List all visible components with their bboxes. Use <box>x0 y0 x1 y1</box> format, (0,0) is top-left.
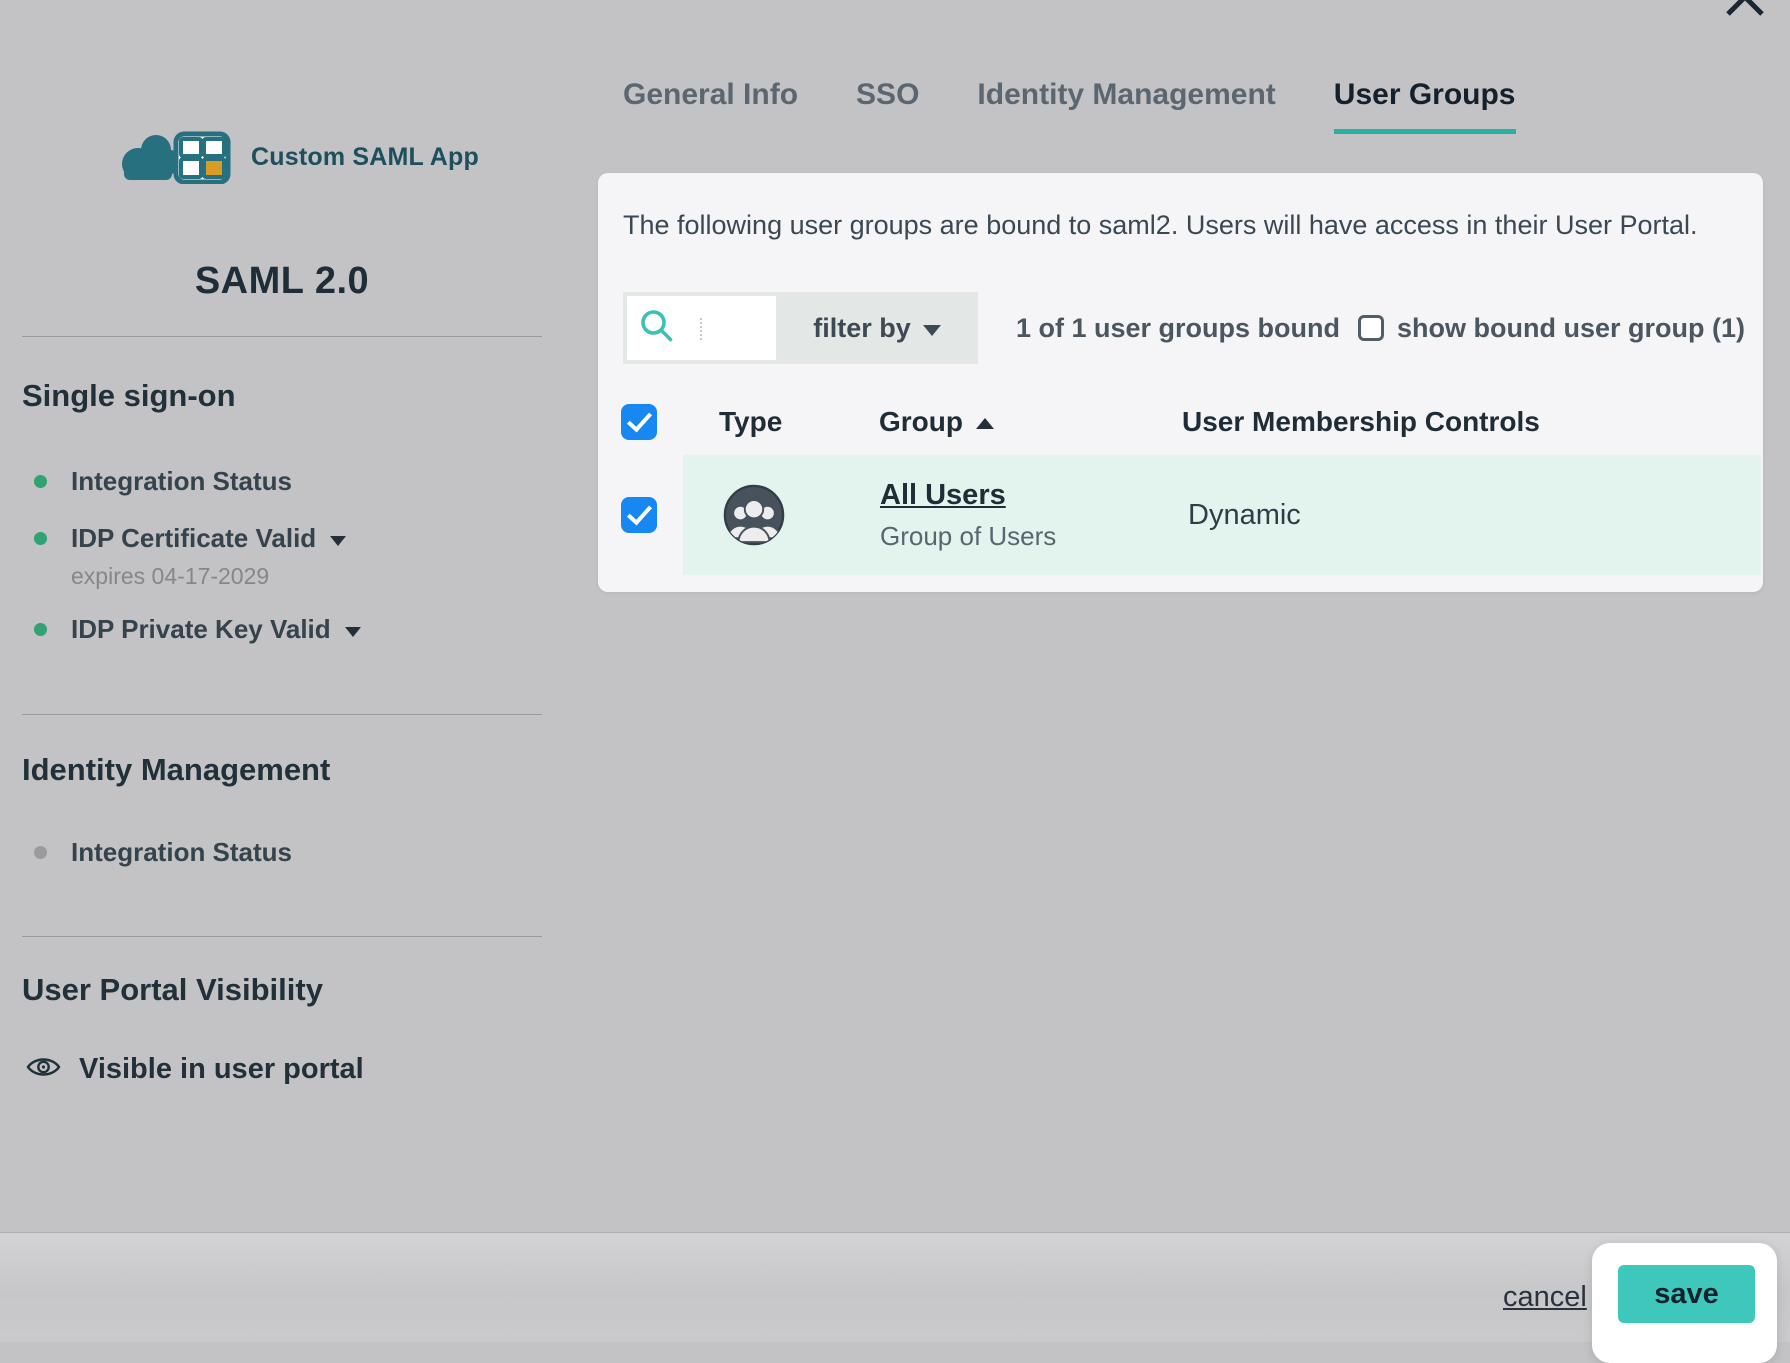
close-icon[interactable] <box>1722 0 1768 20</box>
search-icon <box>639 308 675 349</box>
green-status-dot-icon <box>34 475 47 488</box>
saml-app-modal: Custom SAML App SAML 2.0 Single sign-on … <box>0 0 1790 1342</box>
show-bound-control: show bound user group (1) <box>1358 313 1745 344</box>
status-item-idp-private-key[interactable]: IDP Private Key Valid <box>34 614 361 645</box>
green-status-dot-icon <box>34 532 47 545</box>
app-config-tabs: General Info SSO Identity Management Use… <box>623 78 1516 134</box>
tab-general-info[interactable]: General Info <box>623 78 798 134</box>
table-row[interactable]: All Users Group of Users Dynamic <box>683 455 1761 575</box>
sidebar-divider <box>22 336 542 337</box>
app-logo-label: Custom SAML App <box>251 143 479 172</box>
bound-count-text: 1 of 1 user groups bound <box>1016 313 1340 344</box>
group-name-cell: All Users Group of Users <box>880 455 1056 575</box>
membership-controls-cell: Dynamic <box>1188 455 1301 575</box>
group-subtitle: Group of Users <box>880 521 1056 552</box>
visibility-section-title: User Portal Visibility <box>22 972 323 1008</box>
show-bound-label[interactable]: show bound user group (1) <box>1397 313 1745 344</box>
group-search-box[interactable] <box>627 296 776 360</box>
sidebar-divider <box>22 714 542 715</box>
status-item-idp-certificate[interactable]: IDP Certificate Valid <box>34 523 346 554</box>
tab-identity-management[interactable]: Identity Management <box>977 78 1275 134</box>
sidebar-divider <box>22 936 542 937</box>
chevron-down-icon[interactable] <box>345 627 361 637</box>
column-header-group[interactable]: Group <box>879 406 994 438</box>
tab-sso[interactable]: SSO <box>856 78 919 134</box>
eye-icon <box>25 1054 62 1085</box>
cancel-button[interactable]: cancel <box>1503 1281 1587 1314</box>
certificate-expiry-text: expires 04-17-2029 <box>71 563 269 590</box>
column-header-membership: User Membership Controls <box>1182 406 1540 438</box>
group-search-input[interactable] <box>683 306 768 350</box>
sso-section-title: Single sign-on <box>22 378 236 414</box>
save-button[interactable]: save <box>1618 1265 1755 1323</box>
show-bound-checkbox[interactable] <box>1358 315 1384 341</box>
tab-user-groups[interactable]: User Groups <box>1334 78 1516 134</box>
filter-by-dropdown[interactable]: filter by <box>776 313 978 344</box>
protocol-title: SAML 2.0 <box>22 260 542 303</box>
sort-ascending-icon <box>976 418 994 429</box>
status-item-label: IDP Private Key Valid <box>71 614 331 645</box>
gray-status-dot-icon <box>34 846 47 859</box>
panel-description: The following user groups are bound to s… <box>623 210 1698 241</box>
search-filter-bar: filter by <box>623 292 978 364</box>
green-status-dot-icon <box>34 623 47 636</box>
filter-by-label: filter by <box>813 313 911 344</box>
user-groups-panel: The following user groups are bound to s… <box>598 173 1763 592</box>
app-logo: Custom SAML App <box>116 126 479 189</box>
status-item-label: Integration Status <box>71 837 292 868</box>
groups-controls-row: filter by 1 of 1 user groups bound show … <box>623 292 1745 364</box>
status-item-idm-integration-status: Integration Status <box>34 837 292 868</box>
status-item-label: Integration Status <box>71 466 292 497</box>
identity-section-title: Identity Management <box>22 752 330 788</box>
status-item-label: IDP Certificate Valid <box>71 523 316 554</box>
group-name-link[interactable]: All Users <box>880 479 1056 512</box>
portal-visibility-label: Visible in user portal <box>79 1053 364 1086</box>
user-group-avatar-icon <box>723 484 785 546</box>
groups-table-header: Type Group User Membership Controls <box>598 404 1763 440</box>
cloud-grid-app-icon <box>116 126 238 189</box>
column-header-group-label: Group <box>879 406 963 438</box>
chevron-down-icon <box>923 325 941 336</box>
save-button-card: save <box>1592 1243 1777 1363</box>
select-all-checkbox[interactable] <box>621 404 657 440</box>
chevron-down-icon[interactable] <box>330 536 346 546</box>
status-item-integration-status: Integration Status <box>34 466 292 497</box>
portal-visibility-row: Visible in user portal <box>25 1053 364 1086</box>
column-header-type: Type <box>719 406 782 438</box>
row-checkbox[interactable] <box>621 497 657 533</box>
